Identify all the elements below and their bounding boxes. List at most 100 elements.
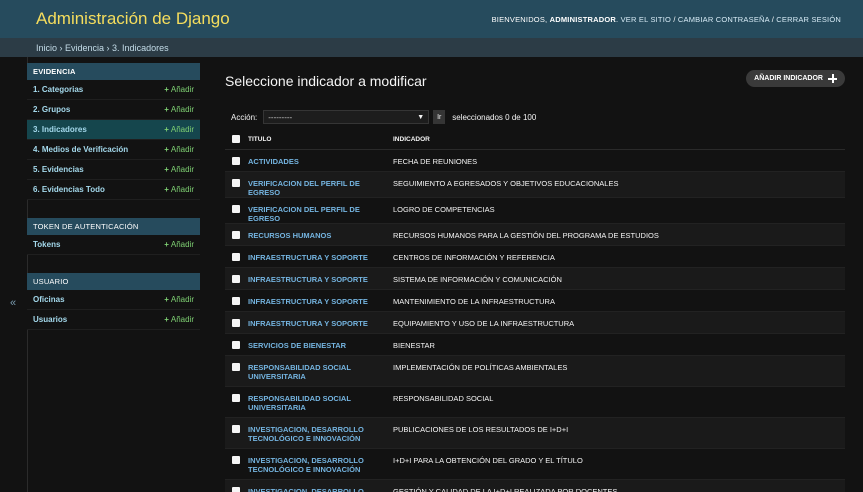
sidebar-toggle[interactable]: « — [0, 57, 27, 492]
row-checkbox[interactable] — [232, 340, 240, 349]
column-header-indicador[interactable]: INDICADOR — [393, 131, 845, 150]
row-checkbox[interactable] — [232, 296, 240, 305]
titulo-link[interactable]: RECURSOS HUMANOS — [248, 231, 387, 240]
sidebar-module-caption[interactable]: EVIDENCIA — [27, 63, 200, 80]
sidebar-add-link[interactable]: + Añadir — [164, 145, 194, 154]
row-checkbox[interactable] — [232, 318, 240, 327]
titulo-link[interactable]: INVESTIGACION, DESARROLLO TECNOLÓGICO E … — [248, 456, 387, 474]
row-checkbox[interactable] — [232, 486, 240, 492]
sidebar-add-link[interactable]: + Añadir — [164, 240, 194, 249]
row-checkbox[interactable] — [232, 156, 240, 165]
action-select[interactable]: --------- ▼ — [263, 110, 430, 124]
sidebar-add-label: Añadir — [170, 85, 194, 94]
row-checkbox[interactable] — [232, 230, 240, 239]
row-checkbox[interactable] — [232, 178, 240, 187]
row-checkbox[interactable] — [232, 455, 240, 464]
logout-link[interactable]: CERRAR SESIÓN — [776, 15, 841, 24]
row-checkbox[interactable] — [232, 362, 240, 371]
sidebar-item: 2. Grupos + Añadir — [27, 100, 200, 120]
selection-counter: seleccionados 0 de 100 — [452, 112, 537, 122]
add-indicator-button[interactable]: AÑADIR INDICADOR — [746, 70, 845, 87]
sidebar-item-link[interactable]: 3. Indicadores — [33, 125, 87, 134]
sidebar-add-label: Añadir — [170, 240, 194, 249]
sidebar-module-caption[interactable]: USUARIO — [27, 273, 200, 290]
titulo-link[interactable]: INFRAESTRUCTURA Y SOPORTE — [248, 319, 387, 328]
titulo-link[interactable]: INVESTIGACION, DESARROLLO TECNOLÓGICO E … — [248, 487, 387, 492]
table-header-row: TITULO INDICADOR — [225, 131, 845, 150]
table-row: VERIFICACION DEL PERFIL DE EGRESO SEGUIMI… — [225, 171, 845, 198]
sidebar-add-link[interactable]: + Añadir — [164, 125, 194, 134]
actions-bar: Acción: --------- ▼ Ir seleccionados 0 d… — [225, 106, 845, 128]
breadcrumb-app[interactable]: Evidencia — [65, 43, 104, 53]
table-row: RESPONSABILIDAD SOCIAL UNIVERSITARIA IMPL… — [225, 355, 845, 387]
titulo-link[interactable]: INFRAESTRUCTURA Y SOPORTE — [248, 297, 387, 306]
sidebar-add-link[interactable]: + Añadir — [164, 185, 194, 194]
sidebar-item-link[interactable]: Tokens — [33, 240, 60, 249]
sidebar-item-link[interactable]: 1. Categorias — [33, 85, 83, 94]
row-checkbox[interactable] — [232, 252, 240, 261]
breadcrumb-home[interactable]: Inicio — [36, 43, 57, 53]
titulo-link[interactable]: INFRAESTRUCTURA Y SOPORTE — [248, 253, 387, 262]
change-password-link[interactable]: CAMBIAR CONTRASEÑA — [678, 15, 770, 24]
add-indicator-label: AÑADIR INDICADOR — [754, 75, 823, 82]
view-site-link[interactable]: VER EL SITIO — [621, 15, 671, 24]
titulo-cell: INFRAESTRUCTURA Y SOPORTE — [248, 267, 393, 290]
sidebar-add-link[interactable]: + Añadir — [164, 295, 194, 304]
collapse-sidebar-icon[interactable]: « — [10, 297, 16, 309]
row-select-cell — [225, 171, 248, 198]
indicador-cell: FECHA DE REUNIONES — [393, 149, 845, 172]
row-select-cell — [225, 149, 248, 172]
indicador-cell: RESPONSABILIDAD SOCIAL — [393, 386, 845, 418]
table-row: INFRAESTRUCTURA Y SOPORTE SISTEMA DE INFO… — [225, 267, 845, 290]
titulo-cell: ACTIVIDADES — [248, 149, 393, 172]
indicador-cell: EQUIPAMIENTO Y USO DE LA INFRAESTRUCTURA — [393, 311, 845, 334]
titulo-link[interactable]: VERIFICACION DEL PERFIL DE EGRESO — [248, 179, 387, 197]
row-checkbox[interactable] — [232, 274, 240, 283]
titulo-cell: VERIFICACION DEL PERFIL DE EGRESO — [248, 197, 393, 224]
select-all-checkbox[interactable] — [232, 134, 240, 143]
go-button[interactable]: Ir — [433, 110, 446, 124]
sidebar-item-link[interactable]: 6. Evidencias Todo — [33, 185, 105, 194]
sidebar-item-link[interactable]: 5. Evidencias — [33, 165, 84, 174]
sidebar-item-link[interactable]: 4. Medios de Verificación — [33, 145, 128, 154]
sidebar-module-caption[interactable]: TOKEN DE AUTENTICACIÓN — [27, 218, 200, 235]
sidebar-add-label: Añadir — [170, 125, 194, 134]
table-row: RESPONSABILIDAD SOCIAL UNIVERSITARIA RESP… — [225, 386, 845, 418]
sidebar-add-link[interactable]: + Añadir — [164, 315, 194, 324]
sidebar-add-link[interactable]: + Añadir — [164, 105, 194, 114]
row-select-cell — [225, 333, 248, 356]
sidebar-add-label: Añadir — [170, 315, 194, 324]
sidebar-add-link[interactable]: + Añadir — [164, 85, 194, 94]
titulo-link[interactable]: RESPONSABILIDAD SOCIAL UNIVERSITARIA — [248, 363, 387, 381]
sidebar-module: TOKEN DE AUTENTICACIÓN Tokens + Añadir — [27, 218, 200, 255]
indicador-cell: PUBLICACIONES DE LOS RESULTADOS DE I+D+I — [393, 417, 845, 449]
sidebar-add-link[interactable]: + Añadir — [164, 165, 194, 174]
sidebar-item: Usuarios + Añadir — [27, 310, 200, 330]
row-checkbox[interactable] — [232, 393, 240, 402]
titulo-link[interactable]: SERVICIOS DE BIENESTAR — [248, 341, 387, 350]
sidebar-add-label: Añadir — [170, 145, 194, 154]
row-select-cell — [225, 223, 248, 246]
column-header-titulo[interactable]: TITULO — [248, 131, 393, 150]
titulo-cell: SERVICIOS DE BIENESTAR — [248, 333, 393, 356]
sidebar-item-link[interactable]: Usuarios — [33, 315, 67, 324]
sidebar-item-link[interactable]: 2. Grupos — [33, 105, 70, 114]
sidebar-item-link[interactable]: Oficinas — [33, 295, 65, 304]
sidebar-item: 6. Evidencias Todo + Añadir — [27, 180, 200, 200]
titulo-link[interactable]: INVESTIGACION, DESARROLLO TECNOLÓGICO E … — [248, 425, 387, 443]
breadcrumb-separator: › — [104, 42, 113, 53]
titulo-cell: RESPONSABILIDAD SOCIAL UNIVERSITARIA — [248, 355, 393, 387]
titulo-cell: VERIFICACION DEL PERFIL DE EGRESO — [248, 171, 393, 198]
titulo-link[interactable]: ACTIVIDADES — [248, 157, 387, 166]
plus-icon: + — [164, 315, 169, 324]
sidebar-module: EVIDENCIA 1. Categorias + Añadir 2. Grupos + A… — [27, 63, 200, 200]
titulo-link[interactable]: VERIFICACION DEL PERFIL DE EGRESO — [248, 205, 387, 223]
row-checkbox[interactable] — [232, 424, 240, 433]
site-branding[interactable]: Administración de Django — [36, 9, 230, 29]
sidebar-add-label: Añadir — [170, 185, 194, 194]
titulo-link[interactable]: INFRAESTRUCTURA Y SOPORTE — [248, 275, 387, 284]
table-row: INVESTIGACION, DESARROLLO TECNOLÓGICO E … — [225, 479, 845, 492]
titulo-link[interactable]: RESPONSABILIDAD SOCIAL UNIVERSITARIA — [248, 394, 387, 412]
row-select-cell — [225, 417, 248, 449]
row-checkbox[interactable] — [232, 204, 240, 213]
